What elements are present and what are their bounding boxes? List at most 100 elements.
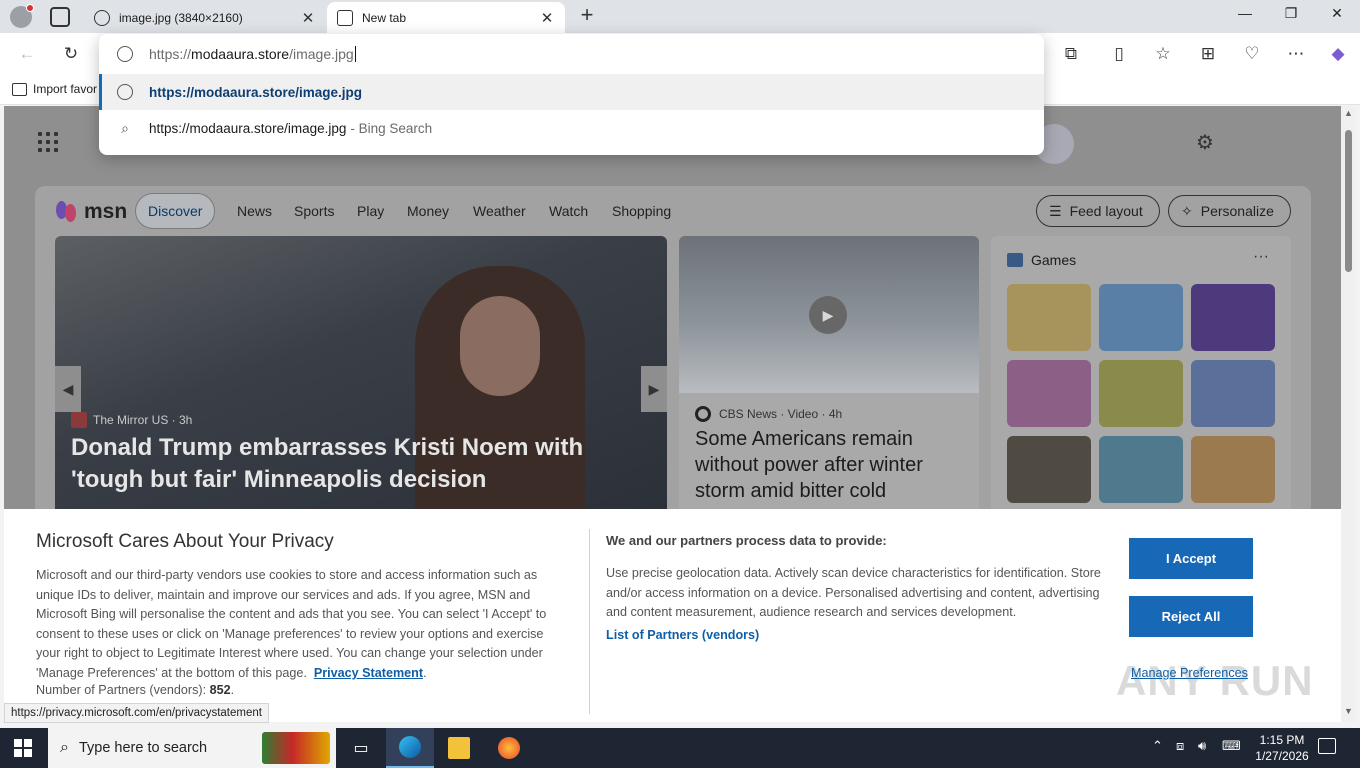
privacy-title: Microsoft Cares About Your Privacy — [36, 531, 334, 552]
taskbar-search-placeholder: Type here to search — [78, 740, 208, 756]
sparkle-icon: ✧ — [1181, 202, 1193, 219]
carousel-prev-icon[interactable]: ◀ — [55, 366, 81, 412]
taskbar-search[interactable]: ⌕ Type here to search — [48, 728, 336, 768]
carousel-next-icon[interactable]: ▶ — [641, 366, 667, 412]
privacy-consent-dialog: Microsoft Cares About Your Privacy Micro… — [4, 509, 1341, 722]
game-tile[interactable] — [1007, 360, 1091, 427]
tab-new-tab[interactable]: New tab ✕ — [327, 2, 565, 33]
publisher-logo — [71, 412, 87, 428]
more-options-icon[interactable]: ··· — [1253, 248, 1269, 266]
close-window-button[interactable]: ✕ — [1314, 5, 1360, 29]
minimize-button[interactable]: — — [1222, 5, 1268, 29]
show-hidden-icons[interactable]: ⌃ — [1152, 738, 1163, 754]
manage-preferences-link[interactable]: Manage Preferences — [1131, 666, 1248, 680]
status-url-bubble: https://privacy.microsoft.com/en/privacy… — [4, 703, 269, 723]
task-view-icon[interactable]: ▭ — [337, 728, 385, 768]
game-tile[interactable] — [1191, 284, 1275, 351]
profile-avatar[interactable] — [10, 4, 34, 28]
game-tile[interactable] — [1099, 436, 1183, 503]
partners-count-line: Number of Partners (vendors): 852. — [36, 683, 235, 697]
divider — [589, 529, 590, 714]
split-screen-icon[interactable]: ▯ — [1108, 43, 1130, 65]
nav-money[interactable]: Money — [407, 203, 449, 219]
back-icon[interactable]: ← — [16, 43, 38, 65]
cbs-logo-icon — [695, 406, 711, 422]
nav-shopping[interactable]: Shopping — [612, 203, 671, 219]
msn-logo[interactable]: msn — [56, 200, 127, 224]
close-tab-icon[interactable]: ✕ — [539, 9, 555, 27]
nav-weather[interactable]: Weather — [473, 203, 526, 219]
tab-image[interactable]: image.jpg (3840×2160) ✕ — [84, 2, 326, 33]
game-tile[interactable] — [1191, 360, 1275, 427]
scroll-up-icon[interactable]: ▲ — [1341, 108, 1356, 122]
story-source-label: CBS News · Video · 4h — [719, 407, 843, 421]
volume-icon[interactable]: 🔊︎ — [1198, 738, 1206, 754]
suggestion-url[interactable]: https://modaaura.store/image.jpg — [99, 74, 1044, 110]
taskbar: ⌕ Type here to search ▭ ⌃ ⧈ 🔊︎ ⌨ 1:15 PM… — [0, 728, 1360, 768]
games-icon — [1007, 253, 1023, 267]
partners-list-link[interactable]: List of Partners (vendors) — [606, 628, 759, 642]
tab-actions-icon[interactable] — [50, 7, 70, 27]
personalize-button[interactable]: ✧ Personalize — [1168, 195, 1291, 227]
close-tab-icon[interactable]: ✕ — [300, 9, 316, 27]
page-scrollbar[interactable]: ▲ ▼ — [1341, 106, 1356, 722]
network-icon[interactable]: ⧈ — [1176, 738, 1184, 754]
game-tile[interactable] — [1099, 284, 1183, 351]
story-source: CBS News · Video · 4h — [695, 406, 842, 422]
notification-center-icon[interactable] — [1318, 738, 1336, 754]
gear-icon[interactable]: ⚙ — [1196, 130, 1214, 155]
story-title[interactable]: Some Americans remain without power afte… — [695, 426, 965, 504]
anyrun-watermark: ANY RUN — [1116, 657, 1314, 704]
favorites-icon[interactable]: ☆ — [1152, 43, 1174, 65]
collections-icon[interactable]: ⊞ — [1197, 43, 1219, 65]
game-tile[interactable] — [1007, 436, 1091, 503]
reject-all-button[interactable]: Reject All — [1129, 596, 1253, 637]
keyboard-icon[interactable]: ⌨ — [1222, 738, 1241, 754]
nav-news[interactable]: News — [237, 203, 272, 219]
url-path: /image.jpg — [289, 46, 354, 62]
nav-discover[interactable]: Discover — [135, 193, 216, 229]
privacy-body: Microsoft and our third-party vendors us… — [36, 568, 547, 680]
data-purposes-heading: We and our partners process data to prov… — [606, 533, 887, 548]
address-input[interactable]: https://modaaura.store/image.jpg — [99, 34, 1044, 74]
screen: image.jpg (3840×2160) ✕ New tab ✕ + — ❐ … — [0, 0, 1360, 768]
folder-icon — [12, 82, 27, 96]
privacy-statement-link[interactable]: Privacy Statement — [314, 666, 423, 680]
refresh-icon[interactable]: ↻ — [60, 43, 82, 65]
game-tile[interactable] — [1007, 284, 1091, 351]
file-explorer-icon[interactable] — [435, 728, 483, 768]
accept-button[interactable]: I Accept — [1129, 538, 1253, 579]
game-tile[interactable] — [1099, 360, 1183, 427]
privacy-body-text: Microsoft and our third-party vendors us… — [36, 568, 547, 680]
edge-taskbar-icon[interactable] — [386, 728, 434, 768]
extensions-icon[interactable]: ⧉ — [1060, 43, 1082, 65]
firefox-icon[interactable] — [485, 728, 533, 768]
suggestion-label: https://modaaura.store/image.jpg — [149, 84, 363, 100]
play-icon[interactable]: ▶ — [809, 296, 847, 334]
address-bar-dropdown: https://modaaura.store/image.jpg https:/… — [99, 34, 1044, 155]
video-story[interactable]: ▶ CBS News · Video · 4h Some Americans r… — [679, 236, 979, 526]
copilot-icon[interactable]: ◆ — [1327, 43, 1349, 65]
globe-icon — [117, 84, 133, 100]
performance-icon[interactable]: ♡ — [1241, 43, 1263, 65]
hero-headline[interactable]: Donald Trump embarrasses Kristi Noem wit… — [71, 432, 651, 496]
hero-story[interactable]: ◀ ▶ The Mirror US · 3h Donald Trump emba… — [55, 236, 667, 526]
more-menu-icon[interactable]: ⋯ — [1285, 43, 1307, 65]
data-purposes-text: Use precise geolocation data. Actively s… — [606, 566, 1101, 620]
apps-launcher-icon[interactable] — [38, 132, 58, 152]
new-tab-button[interactable]: + — [575, 4, 599, 28]
suggestion-suffix: - Bing Search — [350, 120, 433, 136]
clock[interactable]: 1:15 PM 1/27/2026 — [1250, 732, 1314, 764]
scroll-thumb[interactable] — [1345, 130, 1352, 272]
import-favorites[interactable]: Import favor — [12, 82, 97, 96]
nav-watch[interactable]: Watch — [549, 203, 588, 219]
scroll-down-icon[interactable]: ▼ — [1341, 706, 1356, 720]
restore-button[interactable]: ❐ — [1268, 5, 1314, 29]
game-tile[interactable] — [1191, 436, 1275, 503]
suggestion-search[interactable]: ⌕ https://modaaura.store/image.jpg - Bin… — [99, 110, 1044, 146]
nav-sports[interactable]: Sports — [294, 203, 334, 219]
feed-layout-button[interactable]: ☰ Feed layout — [1036, 195, 1160, 227]
windows-start-icon[interactable] — [14, 739, 32, 757]
games-widget: Games ··· — [991, 236, 1291, 526]
nav-play[interactable]: Play — [357, 203, 384, 219]
